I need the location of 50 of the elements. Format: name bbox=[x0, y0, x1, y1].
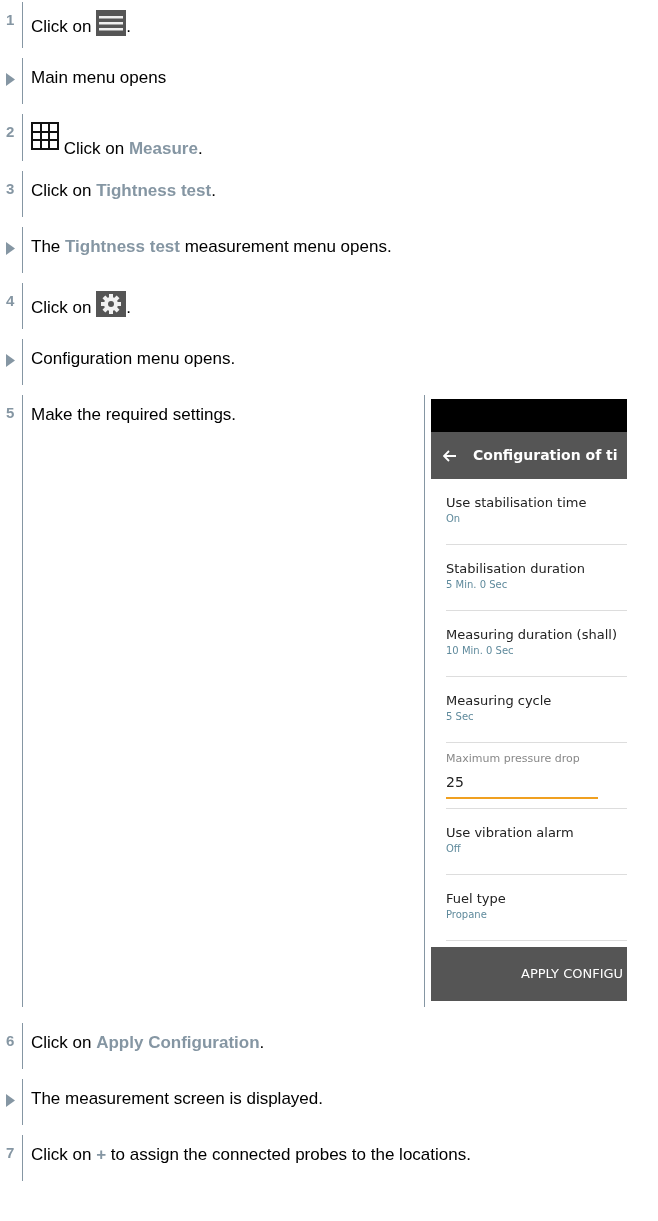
step-text: Click on Measure. bbox=[62, 139, 203, 158]
step-number: 4 bbox=[6, 291, 15, 311]
setting-row[interactable]: Use vibration alarm Off bbox=[446, 809, 627, 875]
grid-icon bbox=[31, 122, 59, 150]
step-number: 2 bbox=[6, 122, 15, 142]
setting-value: On bbox=[446, 512, 462, 526]
input-field[interactable]: 25 bbox=[446, 767, 598, 799]
result-arrow-icon bbox=[6, 354, 15, 367]
menu-icon bbox=[96, 10, 127, 36]
setting-label: Stabilisation duration bbox=[446, 561, 586, 577]
step-text: Make the required settings. bbox=[31, 405, 237, 424]
header-title: Configuration of ti bbox=[473, 446, 618, 465]
step-text: Click on + to assign the connected probes to the locations. bbox=[31, 1145, 471, 1164]
step-text: Click on bbox=[31, 17, 93, 36]
step-text: Configuration menu opens. bbox=[31, 349, 236, 368]
setting-value: Propane bbox=[446, 908, 488, 922]
step-text: The measurement screen is displayed. bbox=[31, 1089, 323, 1108]
setting-value: 10 Min. 0 Sec bbox=[446, 644, 515, 658]
setting-value: 5 Min. 0 Sec bbox=[446, 578, 509, 592]
setting-row[interactable]: Fuel type Propane bbox=[446, 875, 627, 941]
setting-label: Use stabilisation time bbox=[446, 495, 588, 511]
setting-label: Measuring duration (shall) bbox=[446, 627, 618, 643]
step-text: . bbox=[126, 298, 131, 317]
step-number: 6 bbox=[6, 1031, 15, 1051]
step-number: 3 bbox=[6, 179, 15, 199]
step-text: The Tightness test measurement menu opens. bbox=[31, 237, 392, 256]
step-text: . bbox=[126, 17, 131, 36]
setting-value: Off bbox=[446, 842, 462, 856]
setting-value: 5 Sec bbox=[446, 710, 475, 724]
step-text: Main menu opens bbox=[31, 68, 167, 87]
gear-icon bbox=[96, 291, 127, 317]
setting-row[interactable]: Stabilisation duration 5 Min. 0 Sec bbox=[446, 545, 627, 611]
setting-row[interactable]: Measuring cycle 5 Sec bbox=[446, 677, 627, 743]
setting-label: Fuel type bbox=[446, 891, 507, 907]
step-number: 1 bbox=[6, 10, 15, 30]
step-text: Click on Apply Configuration. bbox=[31, 1033, 265, 1052]
setting-label: Measuring cycle bbox=[446, 693, 553, 709]
setting-row[interactable]: Measuring duration (shall) 10 Min. 0 Sec bbox=[446, 611, 627, 677]
result-arrow-icon bbox=[6, 73, 15, 86]
back-arrow-icon[interactable] bbox=[443, 449, 457, 462]
step-text: Click on Tightness test. bbox=[31, 181, 216, 200]
setting-row[interactable]: Use stabilisation time On bbox=[446, 479, 627, 545]
field-label: Maximum pressure drop bbox=[446, 751, 581, 767]
step-number: 5 bbox=[6, 403, 15, 423]
result-arrow-icon bbox=[6, 1094, 15, 1107]
step-text: Click on bbox=[31, 298, 93, 317]
step-number: 7 bbox=[6, 1143, 15, 1163]
setting-label: Use vibration alarm bbox=[446, 825, 575, 841]
result-arrow-icon bbox=[6, 242, 15, 255]
apply-button[interactable]: APPLY CONFIGU bbox=[431, 947, 627, 1001]
